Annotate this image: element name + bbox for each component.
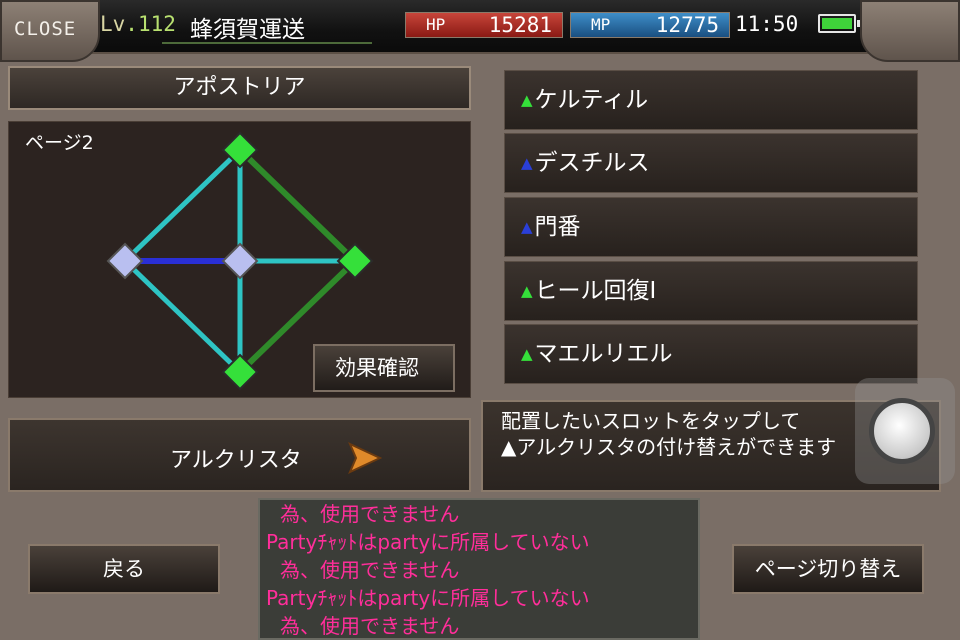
link-left-bottom (123, 259, 242, 374)
mp-value: 12775 (655, 13, 719, 37)
triangle-marker-icon: ▲ (521, 91, 533, 109)
slot-item-4[interactable]: ▲ヒール回復Ⅰ (504, 261, 918, 321)
joystick-knob[interactable] (869, 398, 935, 464)
back-button[interactable]: 戻る (28, 544, 220, 594)
slot-label: 門番 (534, 214, 581, 240)
slot-label: マエルリエル (534, 341, 673, 367)
slot-item-1[interactable]: ▲ケルティル (504, 70, 918, 130)
slot-item-3[interactable]: ▲門番 (504, 197, 918, 257)
player-name: 蜂須賀運送 (190, 17, 305, 43)
chat-line: Partyﾁｬｯﾄはpartyに所属していない (266, 530, 590, 554)
hp-label: HP (426, 15, 446, 34)
panel-title: アポストリア (8, 66, 471, 110)
chat-line: 為、使用できません (280, 558, 460, 582)
slot-board: ページ2 効果確認 (8, 121, 471, 398)
chat-log: 為、使用できません Partyﾁｬｯﾄはpartyに所属していない 為、使用でき… (258, 498, 700, 640)
link-top-right (237, 147, 358, 264)
menu-corner-decoration (860, 0, 960, 62)
triangle-marker-icon: ▲ (521, 345, 533, 363)
clock: 11:50 (735, 12, 799, 36)
slot-item-2[interactable]: ▲デスチルス (504, 133, 918, 193)
player-level: Lv.112 (100, 12, 176, 36)
triangle-marker-icon: ▲ (521, 218, 533, 236)
battery-icon (818, 14, 860, 33)
play-arrow-icon (348, 442, 382, 474)
level-value: .112 (125, 12, 176, 36)
effect-check-button[interactable]: 効果確認 (313, 344, 455, 392)
chat-line: Partyﾁｬｯﾄはpartyに所属していない (266, 586, 590, 610)
mp-label: MP (591, 15, 611, 34)
hp-gauge: HP 15281 (405, 12, 563, 38)
battery-fill (822, 18, 852, 29)
slot-label: ヒール回復Ⅰ (534, 278, 657, 304)
triangle-marker-icon: ▲ (521, 282, 533, 300)
triangle-marker-icon: ▲ (521, 154, 533, 172)
page-switch-button[interactable]: ページ切り替え (732, 544, 924, 594)
joystick-icon[interactable] (855, 378, 955, 484)
chat-line: 為、使用できません (280, 502, 460, 526)
slot-item-5[interactable]: ▲マエルリエル (504, 324, 918, 384)
slot-label: ケルティル (534, 87, 649, 113)
alcrysta-label: アルクリスタ (170, 448, 302, 473)
link-top-left (123, 148, 242, 263)
level-prefix: Lv (100, 12, 126, 36)
mp-gauge: MP 12775 (570, 12, 730, 38)
node-center[interactable] (221, 242, 259, 280)
chat-line: 為、使用できません (280, 614, 460, 638)
slot-label: デスチルス (534, 150, 650, 176)
alcrysta-button[interactable]: アルクリスタ (8, 418, 471, 492)
name-underline (162, 42, 372, 44)
close-button[interactable]: CLOSE (14, 18, 76, 40)
slot-list: ▲ケルティル ▲デスチルス ▲門番 ▲ヒール回復Ⅰ ▲マエルリエル (504, 70, 918, 386)
hp-value: 15281 (488, 13, 552, 37)
